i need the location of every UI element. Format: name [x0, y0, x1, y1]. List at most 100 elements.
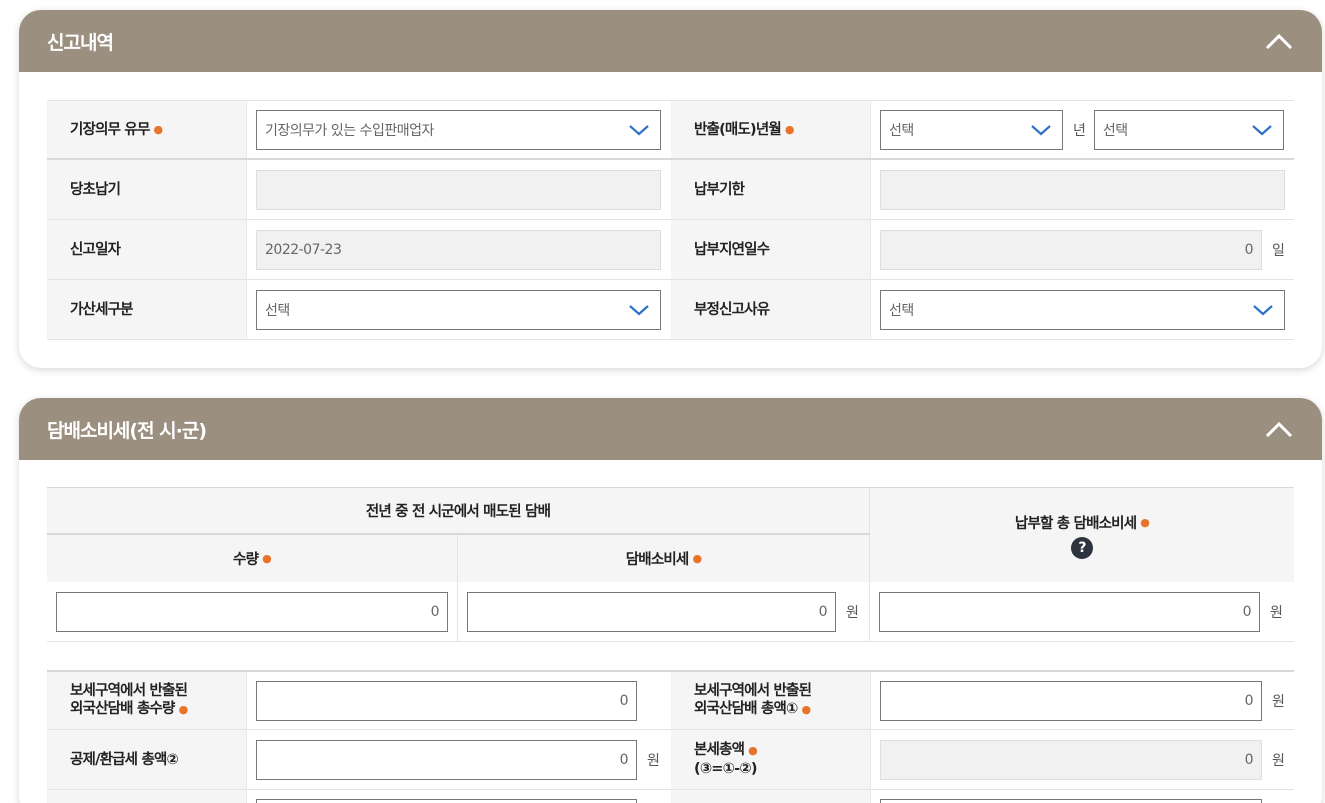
- year-unit: 년: [1073, 122, 1086, 139]
- form-row: 기장의무 유무 ● 기장의무가 있는 수입판매업자 반출(매도)년월 ● 선택 년 …: [47, 100, 1294, 160]
- select-value: 선택: [889, 302, 914, 319]
- label-text: (③=①-②): [694, 761, 757, 777]
- select-value: 선택: [265, 302, 290, 319]
- label-text: 가산세구분: [70, 301, 133, 318]
- field-cell: 0: [247, 672, 671, 729]
- report-details-header: 신고내역: [19, 10, 1322, 72]
- label-text: 당초납기: [70, 181, 121, 198]
- select-value: 기장의무가 있는 수입판매업자: [265, 122, 434, 139]
- field-cell: 0 원: [871, 672, 1294, 729]
- field-cell: 선택: [871, 280, 1294, 339]
- header-text: 납부할 총 담배소비세: [1014, 515, 1137, 532]
- bookkeeping-select[interactable]: 기장의무가 있는 수입판매업자: [256, 109, 661, 150]
- field-cell: 0 원: [870, 582, 1294, 641]
- label-text: 반출(매도)년월: [694, 121, 782, 138]
- required-dot-icon: ●: [801, 703, 812, 716]
- total-tax-label: 납부할 총 담배소비세 ●: [1014, 512, 1150, 533]
- label-text: 공제/환급세 총액②: [70, 751, 179, 768]
- tobacco-tax-header: 담배소비세(전 시·군): [19, 398, 1322, 460]
- select-value: 선택: [1102, 122, 1128, 139]
- bonded-amount-input[interactable]: 0: [880, 680, 1262, 721]
- panel-title: 담배소비세(전 시·군): [47, 419, 207, 442]
- release-month-select[interactable]: 선택: [1093, 109, 1284, 150]
- form-row: 당초납기 납부기한: [47, 160, 1294, 220]
- due-date-input: [880, 169, 1285, 210]
- report-details-panel: 신고내역 기장의무 유무 ● 기장의무가 있는 수입판매업자 반출(매도)년월 ● …: [19, 10, 1322, 368]
- field-cell: 0 일: [871, 220, 1294, 279]
- release-year-select[interactable]: 선택: [880, 109, 1063, 150]
- field-cell: [247, 790, 671, 803]
- required-dot-icon: ●: [784, 122, 795, 136]
- form-row: 가산세구분 선택 부정신고사유 선택: [47, 280, 1294, 340]
- label-text: 보세구역에서 반출된: [694, 683, 812, 699]
- partial-input[interactable]: [256, 799, 637, 803]
- field-label: 가산세구분: [47, 280, 247, 339]
- label-multiline: 보세구역에서 반출된 외국산담배 총액① ●: [694, 682, 812, 719]
- header-text: 수량: [233, 552, 259, 568]
- group-header: 전년 중 전 시군에서 매도된 담배: [47, 488, 870, 535]
- label-multiline: 보세구역에서 반출된 외국산담배 총수량 ●: [70, 682, 189, 719]
- chevron-down-icon: [1253, 304, 1273, 315]
- field-label: 신고일자: [47, 220, 247, 279]
- tax-header: 담배소비세 ●: [458, 535, 870, 582]
- label-text: 외국산담배 총수량: [70, 701, 175, 717]
- bonded-quantity-input[interactable]: 0: [256, 680, 637, 721]
- tobacco-tax-panel: 담배소비세(전 시·군) 전년 중 전 시군에서 매도된 담배 수량 ● 담배소비…: [19, 398, 1322, 803]
- form-row: 신고일자 2022-07-23 납부지연일수 0 일: [47, 220, 1294, 280]
- required-dot-icon: ●: [262, 552, 272, 565]
- field-label: 공제/환급세 총액②: [47, 730, 247, 789]
- field-cell: 기장의무가 있는 수입판매업자: [247, 101, 671, 158]
- required-dot-icon: ●: [178, 703, 189, 716]
- required-dot-icon: ●: [692, 552, 702, 565]
- field-label: 반출(매도)년월 ●: [671, 101, 871, 158]
- select-value: 선택: [889, 122, 914, 139]
- required-dot-icon: ●: [153, 122, 164, 136]
- form-row-partial: [47, 790, 1294, 803]
- field-label: [671, 790, 871, 803]
- tax-input[interactable]: 0: [467, 591, 836, 632]
- label-text: 납부기한: [694, 181, 745, 198]
- field-label: 납부기한: [671, 160, 871, 219]
- field-label: 당초납기: [47, 160, 247, 219]
- won-unit: 원: [1270, 604, 1283, 621]
- won-unit: 원: [1272, 752, 1285, 769]
- field-cell: 0 원: [871, 730, 1294, 789]
- field-cell: 선택: [247, 280, 671, 339]
- collapse-chevron-up-icon[interactable]: [1264, 419, 1294, 439]
- form-row: 보세구역에서 반출된 외국산담배 총수량 ● 0 보세구역에서 반출된 외국산담배…: [47, 670, 1294, 730]
- chevron-down-icon: [1252, 124, 1272, 135]
- deduction-input[interactable]: 0: [256, 739, 637, 780]
- collapse-chevron-up-icon[interactable]: [1264, 31, 1294, 51]
- help-question-icon[interactable]: ?: [1071, 536, 1093, 559]
- penalty-type-select[interactable]: 선택: [256, 289, 661, 330]
- field-cell: 0: [47, 582, 458, 641]
- field-label: 기장의무 유무 ●: [47, 101, 247, 158]
- panel-title: 신고내역: [47, 31, 114, 54]
- chevron-down-icon: [629, 304, 649, 315]
- field-label: 보세구역에서 반출된 외국산담배 총액① ●: [671, 672, 871, 729]
- won-unit: 원: [846, 604, 859, 621]
- header-text: 담배소비세: [625, 552, 689, 568]
- tax-values-row: 0 0 원 0 원: [47, 582, 1294, 642]
- total-tax-header: 납부할 총 담배소비세 ● ?: [870, 488, 1294, 582]
- won-unit: 원: [647, 752, 660, 769]
- required-dot-icon: ●: [1140, 515, 1150, 529]
- quantity-input[interactable]: 0: [56, 591, 448, 632]
- field-cell: 선택 년 선택: [871, 101, 1294, 158]
- field-cell: 0 원: [458, 582, 870, 641]
- improper-reason-select[interactable]: 선택: [880, 289, 1285, 330]
- partial-input[interactable]: [880, 799, 1262, 803]
- field-label: [47, 790, 247, 803]
- label-text: 신고일자: [70, 241, 121, 258]
- field-label: 본세총액 ● (③=①-②): [671, 730, 871, 789]
- field-cell: [247, 160, 671, 219]
- label-multiline: 본세총액 ● (③=①-②): [694, 741, 758, 778]
- form-row: 공제/환급세 총액② 0 원 본세총액 ● (③=①-②) 0 원: [47, 730, 1294, 790]
- main-tax-input: 0: [880, 739, 1262, 780]
- field-cell: 2022-07-23: [247, 220, 671, 279]
- report-date-input: 2022-07-23: [256, 229, 661, 270]
- group-header-text: 전년 중 전 시군에서 매도된 담배: [365, 504, 551, 520]
- total-tax-input[interactable]: 0: [879, 591, 1260, 632]
- required-dot-icon: ●: [748, 744, 758, 757]
- field-label: 부정신고사유: [671, 280, 871, 339]
